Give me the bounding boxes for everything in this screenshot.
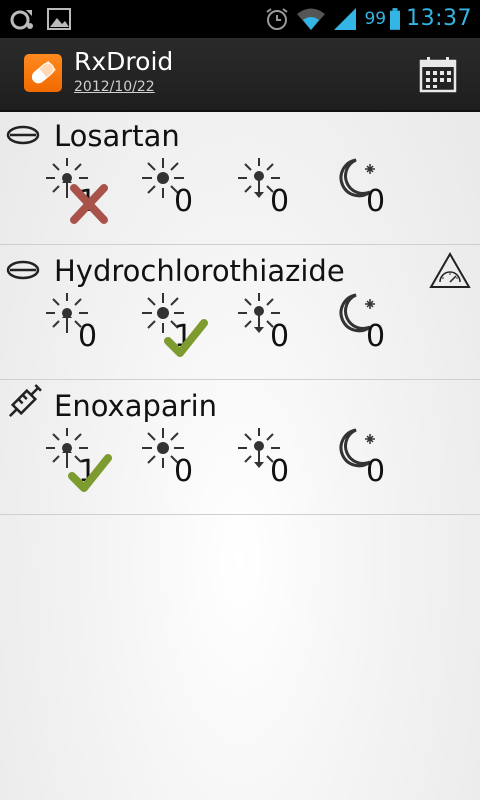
- missed-x-icon: [70, 184, 108, 224]
- drug-name: Hydrochlorothiazide: [54, 254, 345, 288]
- alarm-icon: [266, 8, 289, 30]
- dose-count: 0: [270, 184, 290, 219]
- signal-icon: [334, 8, 357, 30]
- tablet-icon: [6, 260, 40, 280]
- drug-row[interactable]: Enoxaparin 1 0 0 0: [0, 380, 480, 515]
- dose-count: 0: [174, 184, 194, 219]
- dose-count: 0: [270, 319, 290, 354]
- dose-count: 0: [366, 184, 386, 219]
- syringe-icon: [8, 384, 42, 418]
- dose-evening[interactable]: 0: [236, 291, 316, 371]
- gallery-icon: [47, 8, 71, 30]
- dose-morning[interactable]: 0: [44, 291, 124, 371]
- dose-count: 0: [270, 454, 290, 489]
- dose-noon[interactable]: 1: [140, 291, 220, 371]
- pill-icon: [31, 60, 57, 84]
- dose-morning[interactable]: 1: [44, 156, 124, 236]
- dose-count: 0: [366, 319, 386, 354]
- app-logo-icon[interactable]: [24, 54, 62, 92]
- battery-level: 99: [364, 9, 387, 29]
- dose-count: 0: [174, 454, 194, 489]
- dose-night[interactable]: 0: [332, 291, 412, 371]
- battery-icon: [390, 8, 401, 30]
- action-bar: RxDroid 2012/10/22: [0, 38, 480, 112]
- warning-icon[interactable]: [428, 251, 472, 291]
- dose-night[interactable]: 0: [332, 156, 412, 236]
- dose-noon[interactable]: 0: [140, 156, 220, 236]
- date-link[interactable]: 2012/10/22: [74, 78, 155, 96]
- notification-icon: [10, 10, 33, 30]
- dose-morning[interactable]: 1: [44, 426, 124, 506]
- taken-check-icon: [68, 454, 112, 492]
- dose-count: 0: [366, 454, 386, 489]
- dose-noon[interactable]: 0: [140, 426, 220, 506]
- dose-night[interactable]: 0: [332, 426, 412, 506]
- drug-list: Losartan 1: [0, 110, 480, 515]
- status-clock: 13:37: [406, 6, 472, 31]
- status-bar: 99 13:37: [0, 0, 480, 38]
- taken-check-icon: [164, 319, 208, 357]
- drug-name: Enoxaparin: [54, 389, 218, 423]
- drug-name: Losartan: [54, 119, 180, 153]
- drug-row[interactable]: Losartan 1: [0, 110, 480, 245]
- dose-evening[interactable]: 0: [236, 156, 316, 236]
- tablet-icon: [6, 125, 40, 145]
- wifi-icon: [297, 8, 326, 30]
- calendar-icon[interactable]: [418, 56, 458, 94]
- drug-row[interactable]: Hydrochlorothiazide 0 1 0 0: [0, 245, 480, 380]
- dose-evening[interactable]: 0: [236, 426, 316, 506]
- dose-count: 0: [78, 319, 98, 354]
- app-title: RxDroid: [74, 47, 174, 76]
